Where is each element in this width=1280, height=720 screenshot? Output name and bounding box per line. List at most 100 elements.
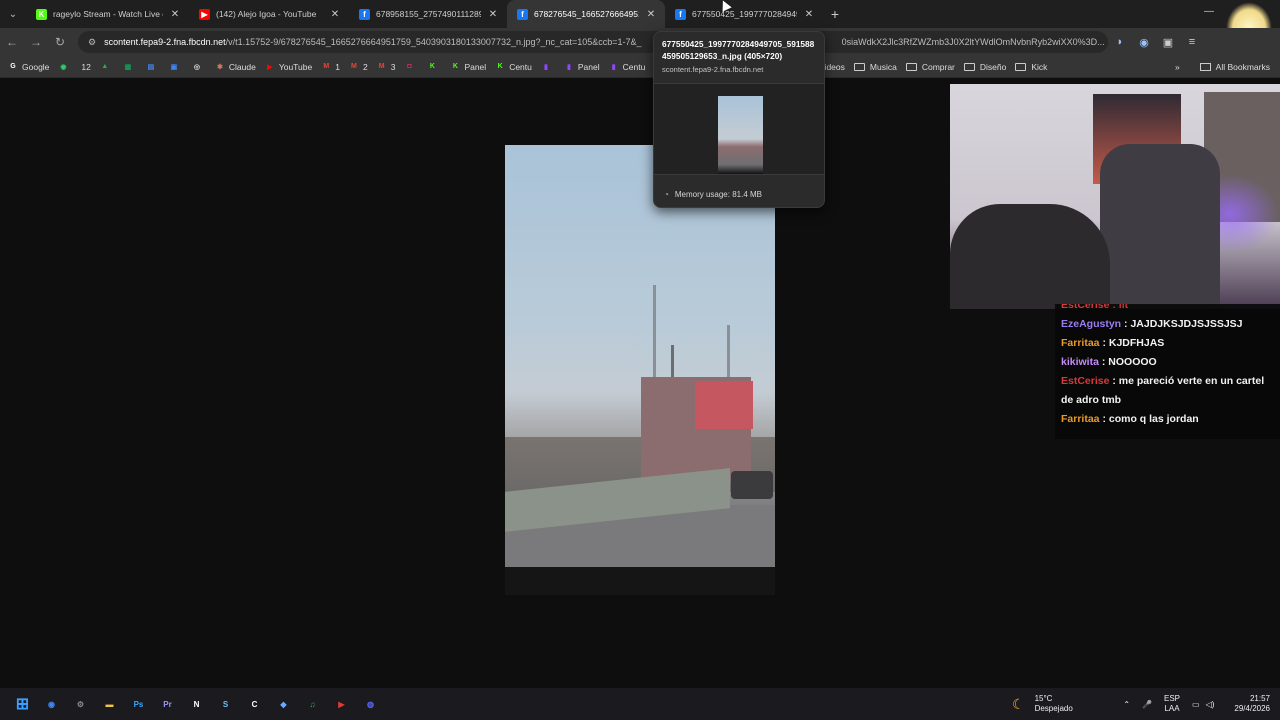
browser-tab[interactable]: f 678276545_1665276664951759 ✕ bbox=[507, 0, 665, 28]
premiere-icon: Pr bbox=[163, 699, 172, 709]
viewed-photo[interactable] bbox=[505, 145, 775, 595]
windows-icon: ⊞ bbox=[15, 696, 30, 713]
spotify-taskbar-button[interactable]: ♫ bbox=[298, 688, 327, 720]
bookmark-folder[interactable]: Diseño bbox=[963, 62, 1006, 72]
bookmark-item[interactable]: M2 bbox=[349, 62, 368, 72]
chat-message: kikiwita : NOOOOO bbox=[1061, 353, 1276, 372]
bookmark-item[interactable]: ◎ bbox=[192, 62, 206, 72]
volume-icon[interactable]: ◁) bbox=[1206, 700, 1215, 709]
tab-favicon-icon: ▶ bbox=[199, 8, 210, 20]
close-tab-icon[interactable]: ✕ bbox=[487, 9, 499, 20]
close-tab-icon[interactable]: ✕ bbox=[169, 9, 181, 20]
bookmark-item[interactable]: ✱ Claude bbox=[215, 62, 256, 72]
browser-tab[interactable]: ▶ (142) Alejo Igoa - YouTube ✕ bbox=[189, 0, 349, 28]
chevron-up-icon[interactable]: ⌃ bbox=[1123, 700, 1130, 709]
bookmark-folder[interactable]: Musica bbox=[853, 62, 897, 72]
bookmark-item[interactable]: ▶ YouTube bbox=[265, 62, 312, 72]
file-explorer-taskbar-button[interactable]: ▬ bbox=[95, 688, 124, 720]
folder-icon bbox=[905, 62, 917, 71]
close-tab-icon[interactable]: ✕ bbox=[803, 9, 815, 20]
bookmark-item[interactable]: ◉ bbox=[58, 62, 72, 72]
app-red-taskbar-button[interactable]: ▶ bbox=[327, 688, 356, 720]
menu-icon[interactable]: ≡ bbox=[1180, 36, 1204, 48]
new-tab-button[interactable]: + bbox=[823, 6, 847, 22]
address-bar[interactable]: ⚙ scontent.fepa9-2.fna.fbcdn.net/v/t1.15… bbox=[78, 31, 1108, 53]
bookmark-item[interactable]: K bbox=[427, 62, 441, 72]
steam-taskbar-button[interactable]: S bbox=[211, 688, 240, 720]
app-blue-taskbar-button[interactable]: ◆ bbox=[269, 688, 298, 720]
browser-tab[interactable]: f 678958155_2757490111289860 ✕ bbox=[349, 0, 507, 28]
premiere-taskbar-button[interactable]: Pr bbox=[153, 688, 182, 720]
browser-tab[interactable]: f 677550425_1997770284949705 ✕ bbox=[665, 0, 823, 28]
reload-button[interactable]: ↻ bbox=[48, 35, 72, 49]
car-dashboard bbox=[505, 567, 775, 595]
chat-username: Farritaa bbox=[1061, 337, 1100, 349]
bookmark-item[interactable]: ▮ Panel bbox=[564, 62, 600, 72]
tab-title: 678276545_1665276664951759 bbox=[534, 9, 639, 19]
close-tab-icon[interactable]: ✕ bbox=[329, 9, 341, 20]
discord-taskbar-button[interactable]: ◍ bbox=[356, 688, 385, 720]
clock-date: 29/4/2026 bbox=[1234, 704, 1270, 713]
address-tail: 0siaWdkX2Jlc3RfZWZmb3J0X2ltYWdlOmNvbnRyb… bbox=[841, 37, 1105, 47]
forward-button[interactable]: → bbox=[24, 35, 48, 49]
bookmark-item[interactable]: M1 bbox=[321, 62, 340, 72]
photoshop-icon: Ps bbox=[133, 699, 144, 709]
back-button[interactable]: ← bbox=[0, 35, 24, 49]
photoshop-taskbar-button[interactable]: Ps bbox=[124, 688, 153, 720]
chrome-taskbar-button[interactable]: ◉ bbox=[37, 688, 66, 720]
tab-hover-card: 677550425_1997770284949705_5915884595051… bbox=[653, 31, 825, 208]
extension-2-icon[interactable]: ◉ bbox=[1132, 36, 1156, 49]
bookmark-item[interactable]: ▤ bbox=[146, 62, 160, 72]
clock[interactable]: 21:57 29/4/2026 bbox=[1234, 694, 1270, 714]
weather-widget[interactable]: ☾ 15°C Despejado bbox=[1012, 688, 1073, 720]
memory-icon: ◔ bbox=[664, 190, 669, 199]
site-info-icon[interactable]: ⚙ bbox=[88, 37, 96, 48]
bookmark-folder[interactable]: Comprar bbox=[905, 62, 955, 72]
start-button[interactable]: ⊞ bbox=[8, 688, 37, 720]
bookmark-item[interactable]: M3 bbox=[377, 62, 396, 72]
browser-tab[interactable]: Krageylo Stream - Watch Live on ✕ bbox=[26, 0, 189, 28]
bookmark-item[interactable]: 12 bbox=[81, 62, 90, 72]
bookmark-favicon-icon: ▣ bbox=[170, 63, 178, 71]
bookmark-item[interactable]: ▣ bbox=[169, 62, 183, 72]
close-tab-icon[interactable]: ✕ bbox=[645, 9, 657, 20]
extension-1-icon[interactable]: ◗ bbox=[1108, 36, 1132, 48]
bookmark-favicon-icon: M bbox=[378, 63, 385, 70]
notion-taskbar-button[interactable]: N bbox=[182, 688, 211, 720]
chat-username: EstCerise bbox=[1061, 375, 1110, 387]
bookmark-item[interactable]: ▲ bbox=[100, 62, 114, 72]
bookmark-label: Centu bbox=[622, 61, 646, 72]
bookmark-item[interactable]: K Centu bbox=[495, 62, 532, 72]
moon-icon: ☾ bbox=[1012, 696, 1025, 712]
all-bookmarks-button[interactable]: » All Bookmarks bbox=[1166, 56, 1270, 77]
capcut-taskbar-button[interactable]: C bbox=[240, 688, 269, 720]
gaming-chair bbox=[1100, 144, 1220, 309]
settings-taskbar-button[interactable]: ⚙ bbox=[66, 688, 95, 720]
bookmark-item[interactable]: ▮ Centu bbox=[609, 62, 646, 72]
bookmark-favicon-icon: ◘ bbox=[407, 63, 412, 70]
bookmark-item[interactable]: ◘ bbox=[404, 62, 418, 72]
bookmark-favicon-icon: ◉ bbox=[60, 63, 67, 71]
hover-card-preview bbox=[654, 83, 824, 175]
chat-text: KJDFHJAS bbox=[1108, 337, 1165, 349]
bookmark-label: Centu bbox=[509, 61, 532, 72]
steam-icon: S bbox=[222, 699, 229, 709]
bookmark-item[interactable]: G Google bbox=[8, 62, 49, 72]
extensions-puzzle-icon[interactable]: ▣ bbox=[1156, 36, 1180, 49]
bookmark-favicon-icon: M bbox=[323, 63, 330, 70]
tab-favicon-icon: f bbox=[517, 8, 528, 20]
spotify-icon: ♫ bbox=[309, 699, 316, 709]
network-icon[interactable]: ▭ bbox=[1192, 700, 1200, 709]
hover-card-title: 677550425_1997770284949705_5915884595051… bbox=[662, 39, 815, 61]
bookmark-favicon-icon: ▶ bbox=[267, 63, 273, 71]
minimize-button[interactable]: — bbox=[1204, 6, 1214, 17]
bookmark-item[interactable]: ▮ bbox=[541, 62, 555, 72]
bookmark-item[interactable]: K Panel bbox=[450, 62, 486, 72]
bookmark-item[interactable]: ▦ bbox=[123, 62, 137, 72]
bookmark-folder[interactable]: Kick bbox=[1015, 62, 1047, 72]
memory-usage: ◔ Memory usage: 81.4 MB bbox=[664, 190, 762, 199]
chevron-right-icon: » bbox=[1174, 62, 1180, 72]
microphone-icon[interactable]: 🎤 bbox=[1142, 700, 1152, 709]
language-indicator[interactable]: ESP LAA bbox=[1164, 694, 1180, 714]
tab-search-button[interactable]: ⌄ bbox=[0, 0, 26, 28]
